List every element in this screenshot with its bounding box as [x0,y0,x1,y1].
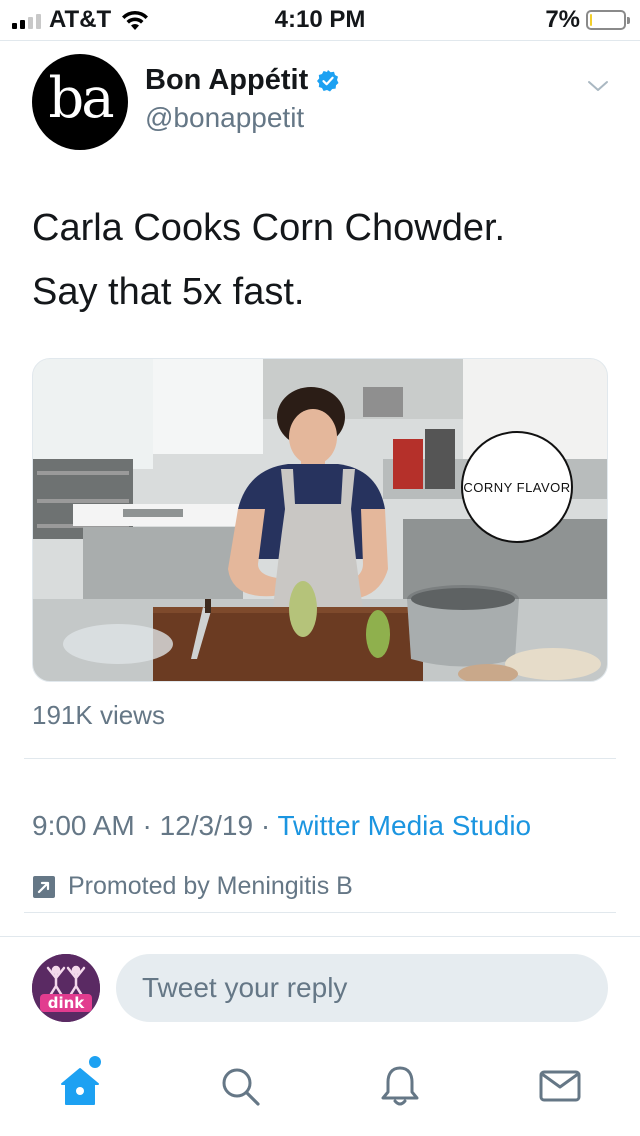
status-right: 7% [545,6,630,34]
dink-logo-icon: dink [32,954,100,1022]
search-icon[interactable] [218,1064,262,1108]
author-name-row[interactable]: Bon Appétit [145,64,340,97]
view-count: 191K views [32,700,165,730]
reply-input[interactable] [116,954,608,1022]
promoted-row[interactable]: Promoted by Meningitis B [32,872,353,901]
battery-level-fill [590,14,592,26]
media-overlay-label: CORNY FLAVOR [461,431,573,543]
divider [24,912,616,913]
status-divider [0,40,640,41]
tweet-video[interactable]: CORNY FLAVOR [32,358,608,682]
meta-separator: · [134,810,160,841]
tweet-date: 12/3/19 [159,810,254,841]
reply-bar-divider [0,936,640,937]
battery-percent: 7% [545,6,580,33]
tweet-text-line-2: Say that 5x fast. [32,271,305,313]
home-notification-dot [89,1056,101,1068]
divider [24,758,616,759]
author-handle[interactable]: @bonappetit [145,102,304,134]
home-icon[interactable] [58,1064,102,1108]
verified-badge-icon [317,69,339,91]
battery-icon [586,10,630,30]
tweet-source-link[interactable]: Twitter Media Studio [277,810,531,841]
tweet-text: Carla Cooks Corn Chowder. Say that 5x fa… [32,196,612,324]
bell-icon[interactable] [378,1064,422,1108]
status-bar: AT&T 4:10 PM 7% [0,0,640,40]
promoted-icon [33,875,55,898]
tweet-time: 9:00 AM [32,810,135,841]
author-avatar[interactable]: ba [32,54,128,150]
meta-separator: · [253,810,278,841]
user-avatar[interactable]: dink [32,954,100,1022]
chevron-down-icon[interactable] [586,74,610,98]
author-name[interactable]: Bon Appétit [145,64,308,97]
tweet-meta: 9:00 AM · 12/3/19 · Twitter Media Studio [32,810,531,842]
status-time: 4:10 PM [274,6,366,33]
tweet-text-line-1: Carla Cooks Corn Chowder. [32,207,506,249]
mail-icon[interactable] [538,1064,582,1108]
promoted-label: Promoted by Meningitis B [68,872,353,900]
user-avatar-text: dink [48,994,86,1012]
